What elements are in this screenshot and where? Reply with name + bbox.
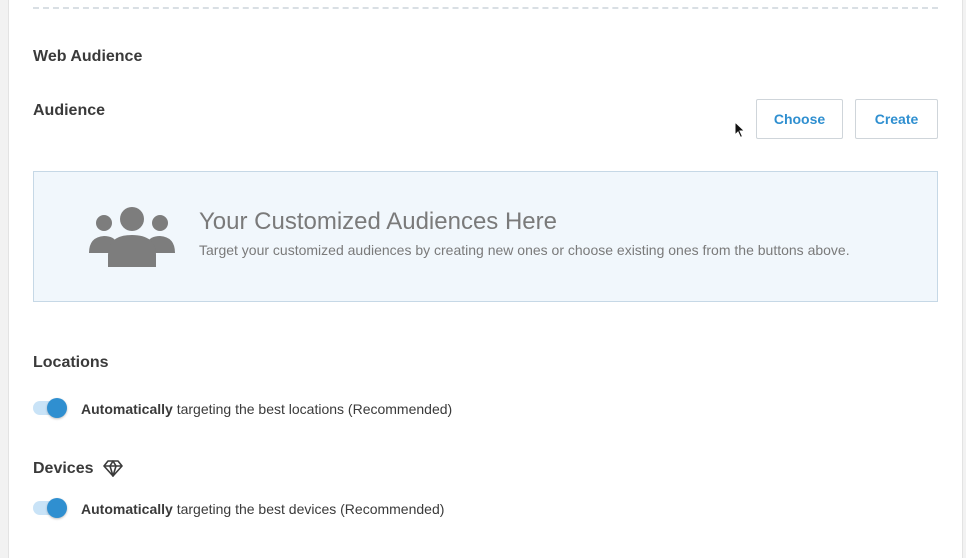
devices-toggle[interactable] <box>33 498 69 518</box>
locations-title: Locations <box>33 354 109 371</box>
locations-toggle-label: Automatically targeting the best locatio… <box>81 401 452 417</box>
devices-title: Devices <box>33 460 94 477</box>
users-icon <box>88 205 176 272</box>
audience-label: Audience <box>33 102 106 119</box>
choose-button[interactable]: Choose <box>756 99 843 139</box>
empty-state-heading: Your Customized Audiences Here <box>199 208 557 235</box>
diamond-icon <box>103 460 123 482</box>
web-audience-title: Web Audience <box>33 48 143 65</box>
toggle-knob <box>47 398 67 418</box>
empty-state-description: Target your customized audiences by crea… <box>199 242 850 258</box>
locations-toggle[interactable] <box>33 398 69 418</box>
devices-toggle-text: targeting the best devices (Recommended) <box>172 501 445 517</box>
section-divider <box>33 7 938 9</box>
mouse-cursor-icon <box>734 120 746 144</box>
locations-toggle-bold: Automatically <box>81 401 173 417</box>
settings-card: Web Audience Audience Choose Create Your… <box>8 0 963 558</box>
locations-toggle-text: targeting the best locations (Recommende… <box>172 401 453 417</box>
create-button[interactable]: Create <box>855 99 938 139</box>
toggle-knob <box>47 498 67 518</box>
devices-toggle-label: Automatically targeting the best devices… <box>81 501 444 517</box>
audience-empty-state: Your Customized Audiences Here Target yo… <box>33 171 938 302</box>
devices-toggle-bold: Automatically <box>81 501 173 517</box>
